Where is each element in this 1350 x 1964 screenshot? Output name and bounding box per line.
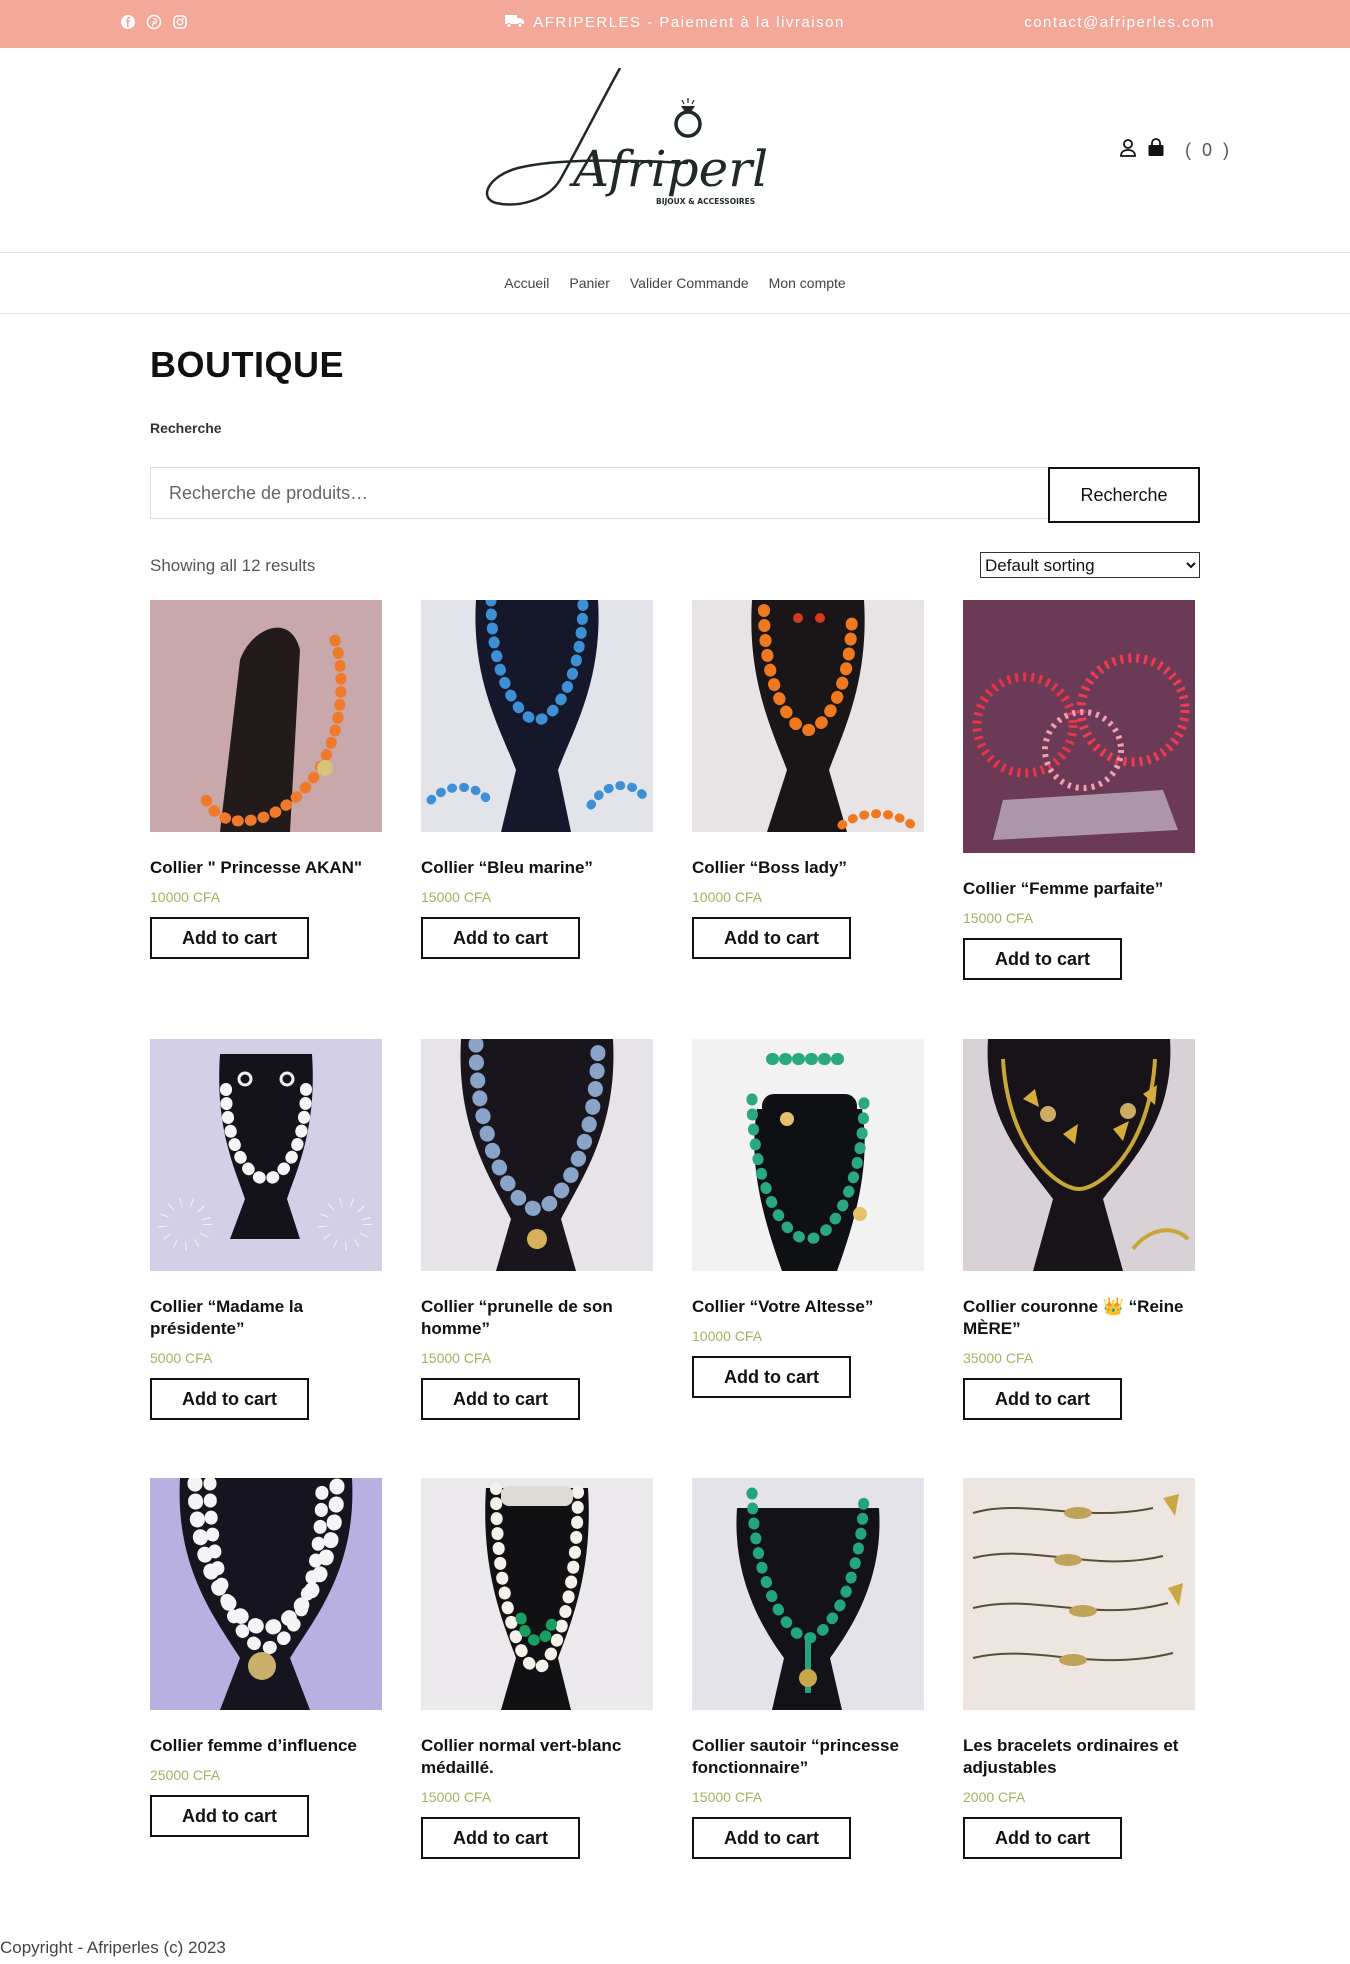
site-header: Afriperles BIJOUX & ACCESSOIRES ( 0 ) (0, 48, 1350, 253)
product-title[interactable]: Collier “Madame la présidente” (150, 1296, 382, 1340)
product-card: Collier couronne 👑 “Reine MÈRE” 35000 CF… (963, 1039, 1195, 1420)
product-card: Collier “Votre Altesse” 10000 CFA Add to… (692, 1039, 924, 1398)
sort-select[interactable]: Default sorting (980, 552, 1200, 578)
nav-item-accueil[interactable]: Accueil (504, 275, 549, 291)
add-to-cart-button[interactable]: Add to cart (692, 1356, 851, 1398)
product-image[interactable] (692, 1039, 924, 1271)
product-title[interactable]: Collier sautoir “princesse fonctionnaire… (692, 1735, 924, 1779)
product-card: Collier “Madame la présidente” 5000 CFA … (150, 1039, 382, 1420)
nav-item-panier[interactable]: Panier (569, 275, 609, 291)
add-to-cart-button[interactable]: Add to cart (963, 1378, 1122, 1420)
product-image[interactable] (421, 1039, 653, 1271)
add-to-cart-button[interactable]: Add to cart (421, 1817, 580, 1859)
main-nav: Accueil Panier Valider Commande Mon comp… (0, 253, 1350, 314)
product-image[interactable] (692, 1478, 924, 1710)
product-card: Collier sautoir “princesse fonctionnaire… (692, 1478, 924, 1859)
truck-icon (505, 14, 525, 32)
product-card: Collier " Princesse AKAN" 10000 CFA Add … (150, 600, 382, 959)
product-image[interactable] (421, 1478, 653, 1710)
product-card: Collier normal vert-blanc médaillé. 1500… (421, 1478, 653, 1859)
contact-email[interactable]: contact@afriperles.com (1024, 14, 1215, 31)
product-card: Collier femme d’influence 25000 CFA Add … (150, 1478, 382, 1837)
add-to-cart-button[interactable]: Add to cart (692, 1817, 851, 1859)
add-to-cart-button[interactable]: Add to cart (692, 917, 851, 959)
results-count: Showing all 12 results (150, 556, 316, 575)
add-to-cart-button[interactable]: Add to cart (963, 938, 1122, 980)
product-price: 5000 CFA (150, 1350, 213, 1366)
product-title[interactable]: Collier “Bleu marine” (421, 857, 653, 879)
nav-item-valider-commande[interactable]: Valider Commande (630, 275, 749, 291)
add-to-cart-button[interactable]: Add to cart (150, 917, 309, 959)
product-title[interactable]: Collier couronne 👑 “Reine MÈRE” (963, 1296, 1195, 1340)
product-card: Collier “prunelle de son homme” 15000 CF… (421, 1039, 653, 1420)
product-title[interactable]: Collier “Votre Altesse” (692, 1296, 924, 1318)
add-to-cart-button[interactable]: Add to cart (150, 1378, 309, 1420)
product-price: 2000 CFA (963, 1789, 1026, 1805)
product-image[interactable] (150, 1478, 382, 1710)
logo-subtitle: BIJOUX & ACCESSOIRES (656, 197, 755, 206)
add-to-cart-button[interactable]: Add to cart (421, 917, 580, 959)
product-image[interactable] (963, 1478, 1195, 1710)
add-to-cart-button[interactable]: Add to cart (150, 1795, 309, 1837)
search-input[interactable] (150, 467, 1048, 519)
product-price: 15000 CFA (692, 1789, 763, 1805)
product-price: 10000 CFA (692, 1328, 763, 1344)
page-title: BOUTIQUE (150, 344, 345, 385)
product-title[interactable]: Les bracelets ordinaires et adjustables (963, 1735, 1195, 1779)
product-price: 15000 CFA (421, 889, 492, 905)
top-bar: AFRIPERLES - Paiement à la livraison con… (0, 0, 1350, 48)
product-price: 15000 CFA (421, 1789, 492, 1805)
product-image[interactable] (421, 600, 653, 832)
product-card: Collier “Boss lady” 10000 CFA Add to car… (692, 600, 924, 959)
search-label: Recherche (150, 420, 222, 436)
product-title[interactable]: Collier “Boss lady” (692, 857, 924, 879)
product-image[interactable] (963, 1039, 1195, 1271)
product-price: 15000 CFA (963, 910, 1034, 926)
product-image[interactable] (963, 600, 1195, 853)
product-card: Collier “Bleu marine” 15000 CFA Add to c… (421, 600, 653, 959)
product-title[interactable]: Collier “prunelle de son homme” (421, 1296, 653, 1340)
product-image[interactable] (150, 1039, 382, 1271)
product-price: 10000 CFA (692, 889, 763, 905)
site-logo[interactable]: Afriperles BIJOUX & ACCESSOIRES (478, 67, 823, 218)
product-title[interactable]: Collier " Princesse AKAN" (150, 857, 382, 879)
header-actions: ( 0 ) (1119, 138, 1232, 163)
product-card: Collier “Femme parfaite” 15000 CFA Add t… (963, 600, 1195, 980)
logo-text: Afriperles (569, 140, 768, 198)
product-image[interactable] (150, 600, 382, 832)
nav-item-mon-compte[interactable]: Mon compte (769, 275, 846, 291)
product-price: 35000 CFA (963, 1350, 1034, 1366)
product-title[interactable]: Collier normal vert-blanc médaillé. (421, 1735, 653, 1779)
shopping-bag-icon[interactable] (1147, 138, 1165, 163)
promo-text: AFRIPERLES - Paiement à la livraison (533, 14, 845, 31)
product-price: 15000 CFA (421, 1350, 492, 1366)
account-icon[interactable] (1119, 138, 1137, 163)
copyright: Copyright - Afriperles (c) 2023 (0, 1938, 226, 1957)
search-button[interactable]: Recherche (1048, 467, 1200, 523)
product-card: Les bracelets ordinaires et adjustables … (963, 1478, 1195, 1859)
product-title[interactable]: Collier “Femme parfaite” (963, 878, 1195, 900)
product-title[interactable]: Collier femme d’influence (150, 1735, 382, 1757)
add-to-cart-button[interactable]: Add to cart (421, 1378, 580, 1420)
product-image[interactable] (692, 600, 924, 832)
add-to-cart-button[interactable]: Add to cart (963, 1817, 1122, 1859)
cart-count[interactable]: ( 0 ) (1185, 140, 1232, 161)
product-price: 10000 CFA (150, 889, 221, 905)
product-price: 25000 CFA (150, 1767, 221, 1783)
